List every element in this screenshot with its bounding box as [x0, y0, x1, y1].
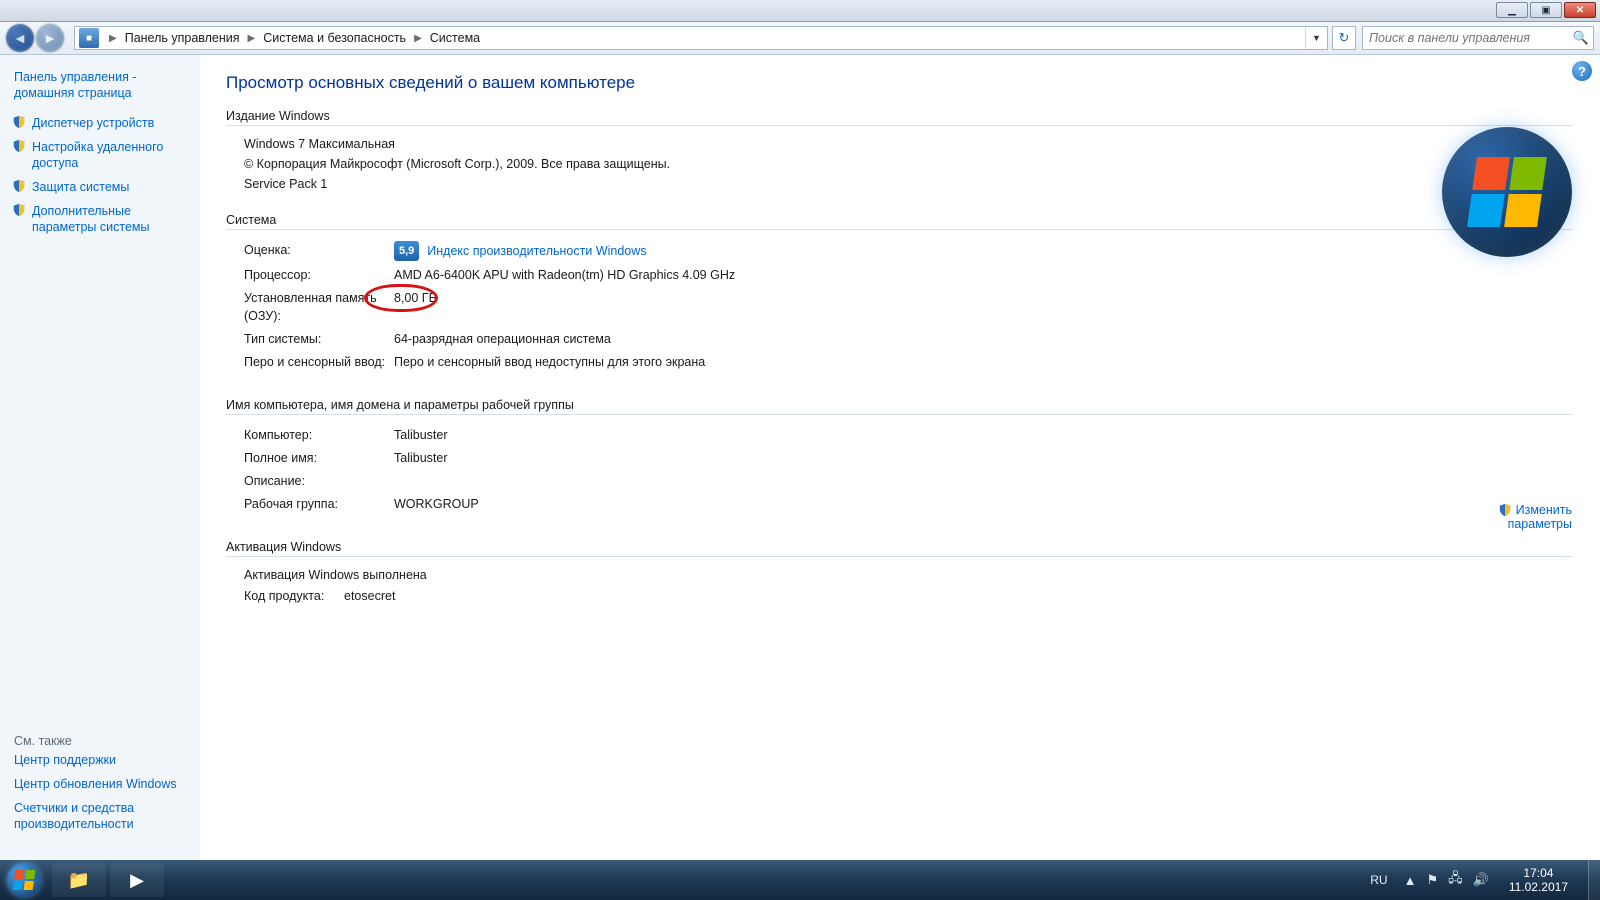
change-link-sub: параметры [1498, 517, 1572, 531]
ram-label: Установленная память (ОЗУ): [244, 289, 394, 325]
minimize-icon: ▁ [1508, 5, 1516, 16]
pen-value: Перо и сенсорный ввод недоступны для это… [394, 353, 705, 371]
sidebar-link-remote[interactable]: Настройка удаленного доступа [14, 139, 194, 171]
computer-value: Talibuster [394, 426, 448, 444]
window-minimize-button[interactable]: ▁ [1496, 2, 1528, 18]
shield-icon [12, 203, 26, 217]
productkey-value: etosecret [344, 587, 395, 605]
rating-label: Оценка: [244, 241, 394, 261]
taskbar: 📁 ▶ RU ▲ ⚑ 🖧 🔊 17:04 11.02.2017 [0, 860, 1600, 900]
tray-clock[interactable]: 17:04 11.02.2017 [1499, 866, 1578, 894]
section-activation-heading: Активация Windows [226, 540, 1572, 557]
sidebar-item-label: Дополнительные параметры системы [32, 204, 150, 234]
search-box[interactable]: 🔍 [1362, 26, 1594, 50]
workgroup-value: WORKGROUP [394, 495, 479, 513]
chevron-right-icon: ▶ [242, 33, 262, 44]
breadcrumb-mid[interactable]: Система и безопасность [261, 31, 408, 45]
windows-flag-icon [13, 870, 36, 890]
change-settings-link[interactable]: Изменить параметры [1498, 503, 1572, 531]
sidebar-item-label: Диспетчер устройств [32, 116, 154, 130]
copyright-text: © Корпорация Майкрософт (Microsoft Corp.… [244, 157, 1572, 171]
shield-icon [12, 139, 26, 153]
description-label: Описание: [244, 472, 394, 490]
tray-action-center-icon[interactable]: ⚑ [1426, 872, 1438, 888]
ram-value: 8,00 ГБ [394, 289, 437, 325]
nav-forward-button[interactable]: ► [36, 24, 64, 52]
refresh-button[interactable]: ↻ [1332, 26, 1356, 50]
fullname-value: Talibuster [394, 449, 448, 467]
seealso-link-perf-tools[interactable]: Счетчики и средства производительности [14, 800, 194, 832]
window-maximize-button[interactable]: ▣ [1530, 2, 1562, 18]
tray-volume-icon[interactable]: 🔊 [1473, 872, 1489, 888]
seealso-link-windows-update[interactable]: Центр обновления Windows [14, 776, 194, 792]
tray-network-icon[interactable]: 🖧 [1448, 869, 1463, 891]
breadcrumb[interactable]: ■ ▶ Панель управления ▶ Система и безопа… [74, 26, 1328, 50]
change-link-text: Изменить [1516, 503, 1572, 517]
shield-icon [12, 179, 26, 193]
control-panel-icon: ■ [79, 28, 99, 48]
activation-status: Активация Windows выполнена [244, 568, 1572, 582]
main-content: ? Просмотр основных сведений о вашем ком… [200, 55, 1600, 860]
systype-value: 64-разрядная операционная система [394, 330, 611, 348]
taskbar-mediaplayer-button[interactable]: ▶ [110, 863, 164, 897]
sidebar-seealso-heading: См. также [14, 734, 72, 748]
seealso-link-action-center[interactable]: Центр поддержки [14, 752, 194, 768]
sidebar-item-label: Настройка удаленного доступа [32, 140, 163, 170]
wei-score-badge: 5,9 [394, 241, 419, 261]
section-edition-heading: Издание Windows [226, 109, 1572, 126]
show-desktop-button[interactable] [1588, 860, 1600, 900]
edition-name: Windows 7 Максимальная [244, 137, 1572, 151]
maximize-icon: ▣ [1541, 5, 1550, 16]
breadcrumb-dropdown[interactable]: ▼ [1305, 27, 1327, 49]
shield-icon [12, 115, 26, 129]
tray-language[interactable]: RU [1370, 873, 1387, 887]
search-icon[interactable]: 🔍 [1569, 30, 1593, 46]
sidebar-link-protection[interactable]: Защита системы [14, 179, 194, 195]
start-button[interactable] [0, 860, 48, 900]
wei-link[interactable]: Индекс производительности Windows [427, 242, 646, 260]
cpu-value: AMD A6-6400K APU with Radeon(tm) HD Grap… [394, 266, 735, 284]
sidebar-home-link[interactable]: Панель управления - домашняя страница [14, 69, 194, 101]
chevron-right-icon: ▶ [103, 33, 123, 44]
systype-label: Тип системы: [244, 330, 394, 348]
shield-icon [1498, 503, 1512, 517]
computer-label: Компьютер: [244, 426, 394, 444]
search-input[interactable] [1363, 31, 1569, 45]
productkey-label: Код продукта: [244, 587, 344, 605]
system-tray: RU ▲ ⚑ 🖧 🔊 17:04 11.02.2017 [1370, 860, 1600, 900]
sidebar-item-label: Защита системы [32, 180, 129, 194]
cpu-label: Процессор: [244, 266, 394, 284]
fullname-label: Полное имя: [244, 449, 394, 467]
tray-chevron-icon[interactable]: ▲ [1404, 873, 1417, 888]
page-title: Просмотр основных сведений о вашем компь… [226, 73, 1572, 93]
workgroup-label: Рабочая группа: [244, 495, 394, 513]
chevron-right-icon: ▶ [408, 33, 428, 44]
section-system-heading: Система [226, 213, 1572, 230]
section-computername-heading: Имя компьютера, имя домена и параметры р… [226, 398, 1572, 415]
window-close-button[interactable]: ✕ [1564, 2, 1596, 18]
sidebar: Панель управления - домашняя страница Ди… [0, 55, 200, 860]
tray-date: 11.02.2017 [1509, 880, 1568, 894]
breadcrumb-leaf[interactable]: Система [428, 31, 482, 45]
close-icon: ✕ [1576, 5, 1584, 16]
window-titlebar: ▁ ▣ ✕ [0, 0, 1600, 22]
help-button[interactable]: ? [1572, 61, 1592, 81]
pen-label: Перо и сенсорный ввод: [244, 353, 394, 371]
sidebar-link-device-manager[interactable]: Диспетчер устройств [14, 115, 194, 131]
service-pack: Service Pack 1 [244, 177, 1572, 191]
breadcrumb-root[interactable]: Панель управления [123, 31, 242, 45]
tray-time: 17:04 [1509, 866, 1568, 880]
sidebar-link-advanced[interactable]: Дополнительные параметры системы [14, 203, 194, 235]
nav-back-button[interactable]: ◄ [6, 24, 34, 52]
taskbar-explorer-button[interactable]: 📁 [52, 863, 106, 897]
address-bar: ◄ ► ■ ▶ Панель управления ▶ Система и бе… [0, 22, 1600, 55]
